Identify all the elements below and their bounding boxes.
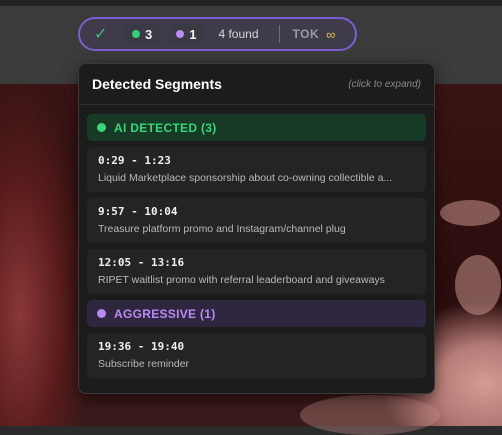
segment-description: Liquid Marketplace sponsorship about co-… — [98, 172, 393, 184]
video-detail — [300, 395, 440, 435]
ai-dot-icon — [97, 123, 106, 132]
group-label: AGGRESSIVE (1) — [114, 306, 216, 321]
aggressive-count: 1 — [189, 26, 197, 42]
aggressive-dot-icon — [176, 30, 185, 38]
group-header-aggressive[interactable]: AGGRESSIVE (1) — [87, 300, 426, 327]
group-header-ai-detected[interactable]: AI DETECTED (3) — [87, 114, 426, 141]
video-detail — [440, 200, 500, 226]
segment-item[interactable]: 9:57 - 10:04 Treasure platform promo and… — [87, 198, 426, 243]
group-label: AI DETECTED (3) — [114, 120, 217, 135]
segment-time: 19:36 - 19:40 — [98, 340, 185, 353]
segment-description: RIPET waitlist promo with referral leade… — [98, 274, 385, 286]
segment-item[interactable]: 0:29 - 1:23 Liquid Marketplace sponsorsh… — [87, 147, 426, 192]
segment-description: Subscribe reminder — [98, 358, 190, 370]
panel-title: Detected Segments — [92, 76, 222, 92]
infinity-icon: ∞ — [326, 26, 336, 42]
segment-item[interactable]: 12:05 - 13:16 RIPET waitlist promo with … — [87, 249, 426, 294]
pill-divider — [278, 25, 280, 43]
tok-label[interactable]: TOK — [293, 27, 320, 41]
segment-item[interactable]: 19:36 - 19:40 Subscribe reminder — [87, 333, 426, 378]
aggressive-dot-icon — [97, 309, 106, 318]
found-count-text: 4 found — [218, 27, 259, 41]
ai-dot-icon — [132, 30, 140, 38]
segment-time: 9:57 - 10:04 — [98, 205, 178, 218]
segment-time: 12:05 - 13:16 — [98, 256, 185, 269]
detected-segments-panel: Detected Segments (click to expand) AI D… — [78, 63, 435, 394]
panel-hint[interactable]: (click to expand) — [348, 79, 421, 90]
aggressive-count-chip[interactable]: 1 — [168, 24, 205, 44]
video-detail — [455, 255, 501, 315]
segment-description: Treasure platform promo and Instagram/ch… — [98, 223, 346, 235]
segment-summary-pill[interactable]: ✓ 3 1 4 found TOK ∞ — [78, 17, 357, 51]
segment-time: 0:29 - 1:23 — [98, 154, 171, 167]
ai-count: 3 — [145, 26, 153, 42]
ai-count-chip[interactable]: 3 — [124, 24, 161, 44]
panel-header: Detected Segments (click to expand) — [79, 64, 434, 105]
check-icon: ✓ — [94, 26, 108, 43]
